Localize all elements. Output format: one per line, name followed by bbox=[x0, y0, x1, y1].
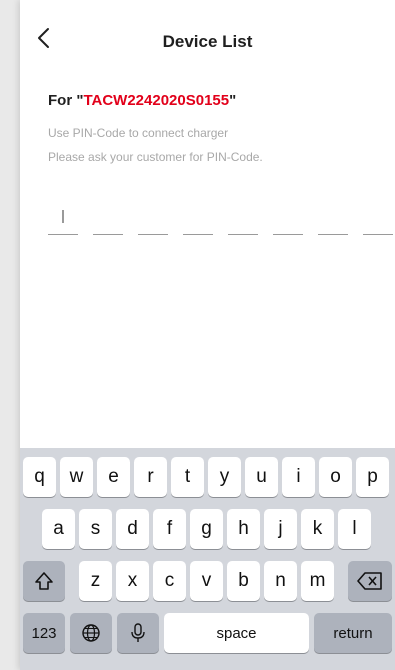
key[interactable]: u bbox=[245, 457, 278, 497]
key[interactable]: r bbox=[134, 457, 167, 497]
key[interactable]: k bbox=[301, 509, 334, 549]
for-prefix: For " bbox=[48, 92, 84, 109]
device-code: TACW2242020S0155 bbox=[83, 92, 230, 109]
phone-screen: Device List For "TACW2242020S0155" Use P… bbox=[20, 0, 395, 670]
key[interactable]: q bbox=[23, 457, 56, 497]
pin-code-input[interactable] bbox=[48, 206, 395, 236]
key[interactable]: d bbox=[116, 509, 149, 549]
key[interactable]: f bbox=[153, 509, 186, 549]
key[interactable]: g bbox=[190, 509, 223, 549]
key[interactable]: o bbox=[319, 457, 352, 497]
hint-line-2: Please ask your customer for PIN-Code. bbox=[48, 150, 263, 164]
for-suffix: " bbox=[229, 92, 237, 109]
backspace-icon[interactable] bbox=[348, 561, 392, 601]
pin-digit-8[interactable] bbox=[363, 206, 393, 235]
pin-digit-7[interactable] bbox=[318, 206, 348, 235]
numbers-key[interactable]: 123 bbox=[23, 613, 65, 653]
key[interactable]: i bbox=[282, 457, 315, 497]
key[interactable]: x bbox=[116, 561, 149, 601]
key[interactable]: b bbox=[227, 561, 260, 601]
pin-digit-1[interactable] bbox=[48, 206, 78, 235]
key[interactable]: y bbox=[208, 457, 241, 497]
key[interactable]: n bbox=[264, 561, 297, 601]
key[interactable]: t bbox=[171, 457, 204, 497]
key[interactable]: l bbox=[338, 509, 371, 549]
return-key[interactable]: return bbox=[314, 613, 392, 653]
key[interactable]: s bbox=[79, 509, 112, 549]
key[interactable]: e bbox=[97, 457, 130, 497]
microphone-icon[interactable] bbox=[117, 613, 159, 653]
page-title: Device List bbox=[162, 32, 253, 51]
key[interactable]: m bbox=[301, 561, 334, 601]
key[interactable]: j bbox=[264, 509, 297, 549]
pin-digit-5[interactable] bbox=[228, 206, 258, 235]
globe-icon[interactable] bbox=[70, 613, 112, 653]
text-cursor bbox=[62, 210, 64, 223]
on-screen-keyboard: q w e r t y u i o p a s d f g h j k l z … bbox=[20, 448, 395, 670]
key[interactable]: h bbox=[227, 509, 260, 549]
key[interactable]: w bbox=[60, 457, 93, 497]
shift-icon[interactable] bbox=[23, 561, 65, 601]
key[interactable]: v bbox=[190, 561, 223, 601]
space-key[interactable]: space bbox=[164, 613, 309, 653]
device-heading: For "TACW2242020S0155" bbox=[48, 92, 236, 109]
pin-digit-3[interactable] bbox=[138, 206, 168, 235]
pin-digit-2[interactable] bbox=[93, 206, 123, 235]
hint-line-1: Use PIN-Code to connect charger bbox=[48, 126, 229, 140]
key[interactable]: a bbox=[42, 509, 75, 549]
pin-digit-6[interactable] bbox=[273, 206, 303, 235]
key[interactable]: c bbox=[153, 561, 186, 601]
navigation-bar: Device List bbox=[20, 0, 395, 70]
pin-digit-4[interactable] bbox=[183, 206, 213, 235]
key[interactable]: p bbox=[356, 457, 389, 497]
key[interactable]: z bbox=[79, 561, 112, 601]
